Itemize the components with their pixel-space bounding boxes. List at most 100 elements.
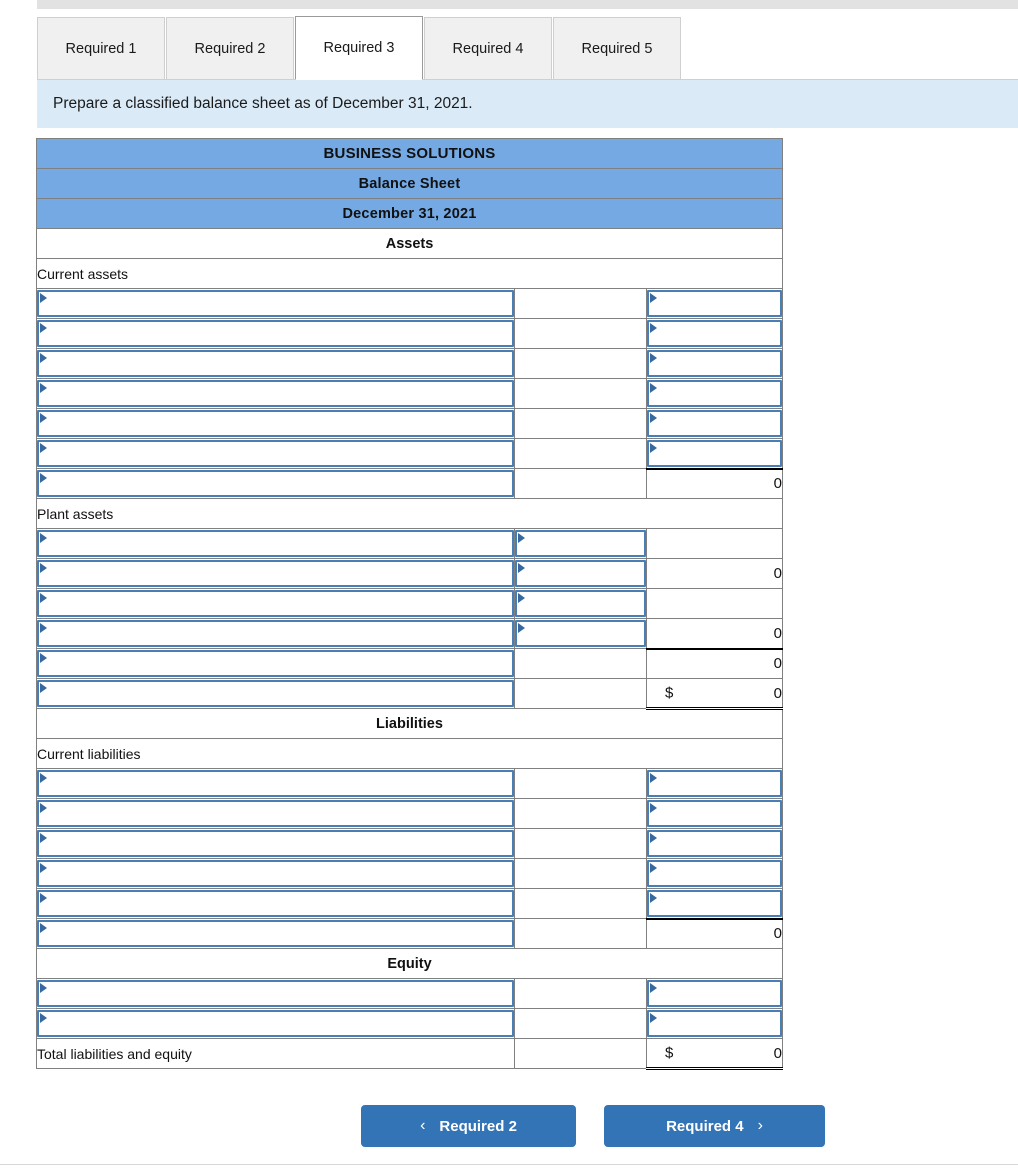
subtotal-cell	[514, 378, 647, 409]
top-scroll-strip	[37, 0, 1018, 9]
table-row-section-liabilities: Liabilities	[36, 708, 783, 739]
amount-select-cell	[646, 978, 783, 1009]
navigation-row: ‹ Required 2 Required 4 ›	[0, 1105, 1018, 1149]
subtotal-cell	[514, 408, 647, 439]
plant-asset-2-value: 0	[646, 558, 783, 589]
subtotal-cell	[514, 678, 647, 709]
account-dropdown[interactable]	[37, 590, 514, 617]
total-current-assets-value: 0	[646, 467, 783, 499]
amount-select-cell	[646, 408, 783, 439]
table-row-current-asset-6	[36, 438, 783, 469]
subtotal-cell	[514, 348, 647, 379]
amount-dropdown[interactable]	[647, 410, 782, 437]
instruction-banner: Prepare a classified balance sheet as of…	[37, 80, 1018, 128]
account-dropdown[interactable]	[37, 650, 514, 677]
section-header-liabilities: Liabilities	[36, 708, 783, 739]
label-plant-assets: Plant assets	[36, 498, 783, 529]
subtotal-cell	[514, 858, 647, 889]
amount-dropdown[interactable]	[515, 620, 646, 647]
amount-select-cell	[646, 858, 783, 889]
tab-required-2[interactable]: Required 2	[166, 17, 294, 80]
account-dropdown[interactable]	[37, 800, 514, 827]
account-select-cell	[36, 678, 515, 709]
amount-dropdown[interactable]	[647, 830, 782, 857]
table-row-company: BUSINESS SOLUTIONS	[36, 138, 783, 169]
tab-required-4[interactable]: Required 4	[424, 17, 552, 80]
amount-dropdown[interactable]	[647, 380, 782, 407]
total-assets-cell: $0	[646, 678, 783, 710]
table-row-section-assets: Assets	[36, 228, 783, 259]
account-dropdown[interactable]	[37, 620, 514, 647]
account-select-cell	[36, 828, 515, 859]
account-dropdown[interactable]	[37, 980, 514, 1007]
account-dropdown[interactable]	[37, 680, 514, 707]
amount-select-cell	[646, 1008, 783, 1039]
account-dropdown[interactable]	[37, 920, 514, 947]
total-current-liabilities-value: 0	[646, 917, 783, 949]
amount-dropdown[interactable]	[515, 530, 646, 557]
account-dropdown[interactable]	[37, 470, 514, 497]
account-dropdown[interactable]	[37, 860, 514, 887]
amount-dropdown[interactable]	[515, 560, 646, 587]
account-select-cell	[36, 348, 515, 379]
amount-dropdown[interactable]	[647, 290, 782, 317]
account-dropdown[interactable]	[37, 890, 514, 917]
statement-date: December 31, 2021	[36, 198, 783, 229]
amount-select-cell	[646, 438, 783, 469]
amount-select-cell	[646, 288, 783, 319]
table-row-current-asset-5	[36, 408, 783, 439]
account-select-cell	[36, 318, 515, 349]
amount-dropdown[interactable]	[647, 770, 782, 797]
account-select-cell	[36, 378, 515, 409]
amount-dropdown[interactable]	[515, 590, 646, 617]
amount-dropdown[interactable]	[647, 889, 782, 917]
account-dropdown[interactable]	[37, 1010, 514, 1037]
account-dropdown[interactable]	[37, 830, 514, 857]
amount-dropdown[interactable]	[647, 439, 782, 467]
table-row-current-asset-4	[36, 378, 783, 409]
subtotal-cell	[514, 468, 647, 499]
subtotal-cell	[514, 828, 647, 859]
account-select-cell	[36, 288, 515, 319]
account-dropdown[interactable]	[37, 320, 514, 347]
total-liabilities-equity-value: 0	[773, 1044, 782, 1062]
currency-symbol: $	[665, 684, 674, 702]
currency-symbol: $	[665, 1044, 674, 1062]
account-dropdown[interactable]	[37, 770, 514, 797]
account-dropdown[interactable]	[37, 410, 514, 437]
next-required-button[interactable]: Required 4 ›	[604, 1105, 825, 1147]
tab-label: Required 3	[323, 40, 395, 56]
account-select-cell	[36, 768, 515, 799]
account-select-cell	[36, 798, 515, 829]
tab-required-3[interactable]: Required 3	[295, 16, 423, 80]
table-row-current-asset-3	[36, 348, 783, 379]
tab-required-5[interactable]: Required 5	[553, 17, 681, 80]
previous-required-button[interactable]: ‹ Required 2	[361, 1105, 576, 1147]
amount-dropdown[interactable]	[647, 980, 782, 1007]
account-dropdown[interactable]	[37, 380, 514, 407]
account-select-cell	[36, 528, 515, 559]
table-row-plant-asset-1	[36, 528, 783, 559]
account-dropdown[interactable]	[37, 290, 514, 317]
account-dropdown[interactable]	[37, 440, 514, 467]
amount-dropdown[interactable]	[647, 320, 782, 347]
amount-dropdown[interactable]	[647, 350, 782, 377]
chevron-left-icon: ‹	[420, 1117, 426, 1134]
account-dropdown[interactable]	[37, 560, 514, 587]
table-row-current-liability-5	[36, 888, 783, 919]
total-plant-assets-value: 0	[646, 647, 783, 679]
tab-required-1[interactable]: Required 1	[37, 17, 165, 80]
label-current-liabilities: Current liabilities	[36, 738, 783, 769]
amount-select-cell	[646, 798, 783, 829]
account-select-cell	[36, 918, 515, 949]
account-dropdown[interactable]	[37, 350, 514, 377]
subtotal-cell	[514, 288, 647, 319]
amount-dropdown[interactable]	[647, 1010, 782, 1037]
amount-dropdown[interactable]	[647, 800, 782, 827]
amount-dropdown[interactable]	[647, 860, 782, 887]
subtotal-cell	[514, 978, 647, 1009]
table-row-equity-2	[36, 1008, 783, 1039]
account-dropdown[interactable]	[37, 530, 514, 557]
bottom-separator	[0, 1164, 1018, 1165]
total-assets-value: 0	[773, 684, 782, 702]
